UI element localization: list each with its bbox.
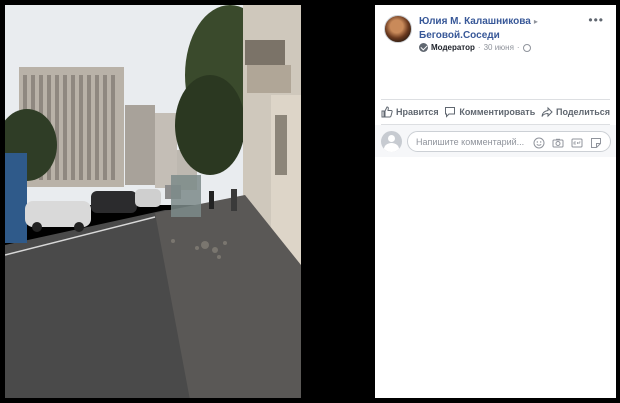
share-icon: [541, 106, 553, 118]
post-side-panel: Юлия М. Калашникова ▸ Беговой.Соседи Моде…: [375, 5, 616, 398]
photo-viewer: Юлия М. Калашникова ▸ Беговой.Соседи Моде…: [0, 0, 620, 403]
like-label: Нравится: [396, 107, 439, 117]
smile-icon[interactable]: [533, 136, 545, 149]
post-meta: Модератор · 30 июня ·: [419, 43, 531, 52]
post-photo[interactable]: [5, 5, 301, 398]
group-name-link[interactable]: Беговой.Соседи: [419, 29, 589, 43]
meta-dot: ·: [516, 43, 520, 52]
like-button[interactable]: Нравится: [381, 106, 439, 118]
caret-right-icon: ▸: [533, 17, 538, 26]
gif-icon[interactable]: [571, 136, 583, 148]
comment-composer: [375, 125, 616, 157]
comment-button[interactable]: Комментировать: [444, 106, 535, 118]
post-actions-bar: Нравится Комментировать Поделиться: [381, 99, 610, 125]
moderator-badge-icon: [419, 43, 428, 52]
role-label: Модератор: [431, 43, 475, 52]
comment-tools: [533, 136, 602, 149]
post-header: Юлия М. Калашникова ▸ Беговой.Соседи Моде…: [375, 5, 616, 57]
sticker-icon[interactable]: [590, 136, 602, 148]
share-label: Поделиться: [555, 107, 610, 117]
thumbs-up-icon: [381, 106, 393, 118]
author-name-link[interactable]: Юлия М. Калашникова: [419, 16, 531, 27]
globe-icon: [522, 43, 531, 52]
camera-icon[interactable]: [552, 136, 564, 148]
share-button[interactable]: Поделиться: [541, 106, 610, 118]
author-avatar[interactable]: [384, 15, 412, 43]
more-options-button[interactable]: •••: [588, 14, 604, 26]
comment-icon: [445, 107, 456, 118]
viewer-avatar: [381, 131, 402, 152]
post-date-link[interactable]: 30 июня: [484, 43, 514, 52]
meta-dot: ·: [477, 43, 481, 52]
author-line: Юлия М. Калашникова ▸ Беговой.Соседи: [419, 15, 589, 43]
comment-label: Комментировать: [459, 107, 536, 117]
